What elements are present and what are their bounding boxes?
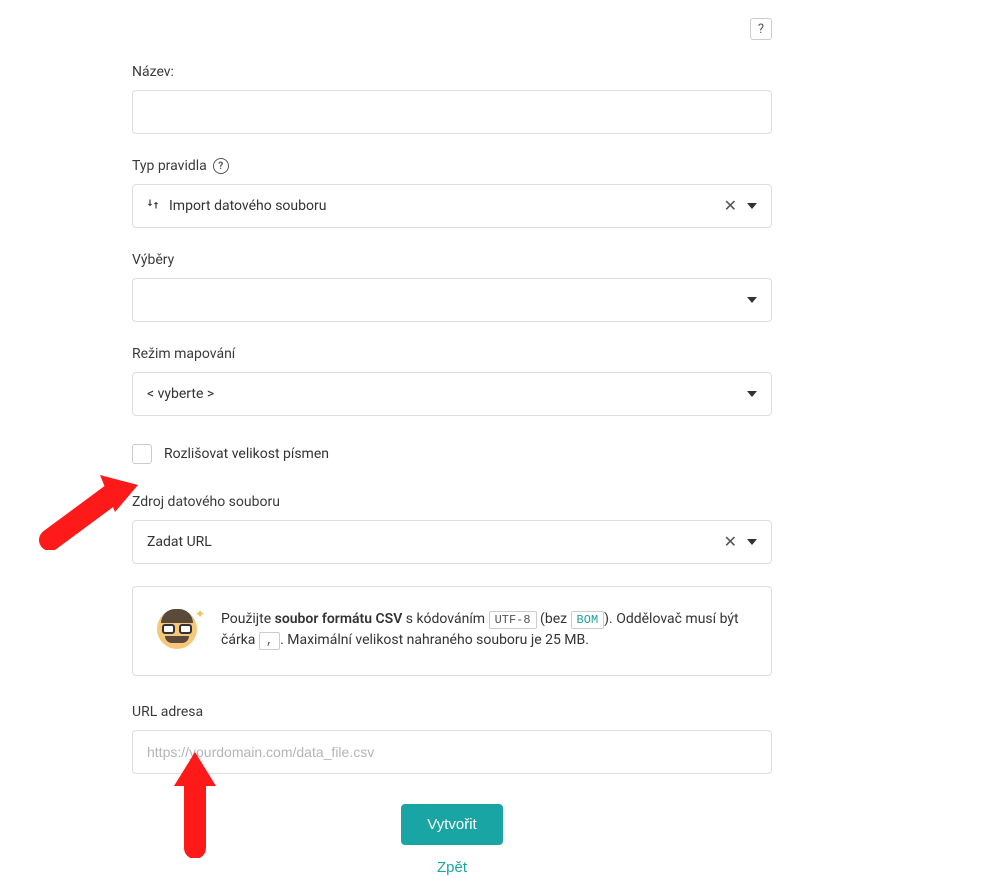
- info-text: Použijte soubor formátu CSV s kódováním …: [221, 609, 747, 651]
- selections-label: Výběry: [132, 252, 772, 268]
- selections-select[interactable]: [132, 278, 772, 322]
- info-box: ✦ Použijte soubor formátu CSV s kódování…: [132, 586, 772, 676]
- url-address-label: URL adresa: [132, 704, 772, 720]
- mapping-mode-value: < vyberte >: [147, 386, 214, 402]
- data-source-value: Zadat URL: [147, 534, 212, 550]
- rule-type-clear-icon[interactable]: ✕: [724, 198, 737, 214]
- case-sensitive-label: Rozlišovat velikost písmen: [164, 446, 329, 462]
- data-source-clear-icon[interactable]: ✕: [724, 534, 737, 550]
- rule-type-value: Import datového souboru: [169, 198, 326, 214]
- chevron-down-icon: [747, 391, 757, 397]
- data-source-label: Zdroj datového souboru: [132, 494, 772, 510]
- help-button[interactable]: ?: [750, 18, 772, 40]
- chevron-down-icon: [747, 203, 757, 209]
- create-button[interactable]: Vytvořit: [401, 804, 502, 845]
- rule-type-select[interactable]: Import datového souboru ✕: [132, 184, 772, 228]
- rule-type-help-icon[interactable]: ?: [213, 158, 229, 174]
- chevron-down-icon: [747, 539, 757, 545]
- name-label: Název:: [132, 64, 772, 80]
- mascot-icon: ✦: [157, 609, 201, 653]
- rule-type-label: Typ pravidla: [132, 158, 207, 174]
- case-sensitive-checkbox[interactable]: [132, 444, 152, 464]
- annotation-arrow-1-icon: [30, 470, 140, 550]
- name-input[interactable]: [132, 90, 772, 134]
- mapping-mode-select[interactable]: < vyberte >: [132, 372, 772, 416]
- back-link[interactable]: Zpět: [437, 859, 467, 876]
- chevron-down-icon: [747, 297, 757, 303]
- data-source-select[interactable]: Zadat URL ✕: [132, 520, 772, 564]
- url-address-input[interactable]: [132, 730, 772, 774]
- mapping-mode-label: Režim mapování: [132, 346, 772, 362]
- import-icon: [147, 198, 159, 214]
